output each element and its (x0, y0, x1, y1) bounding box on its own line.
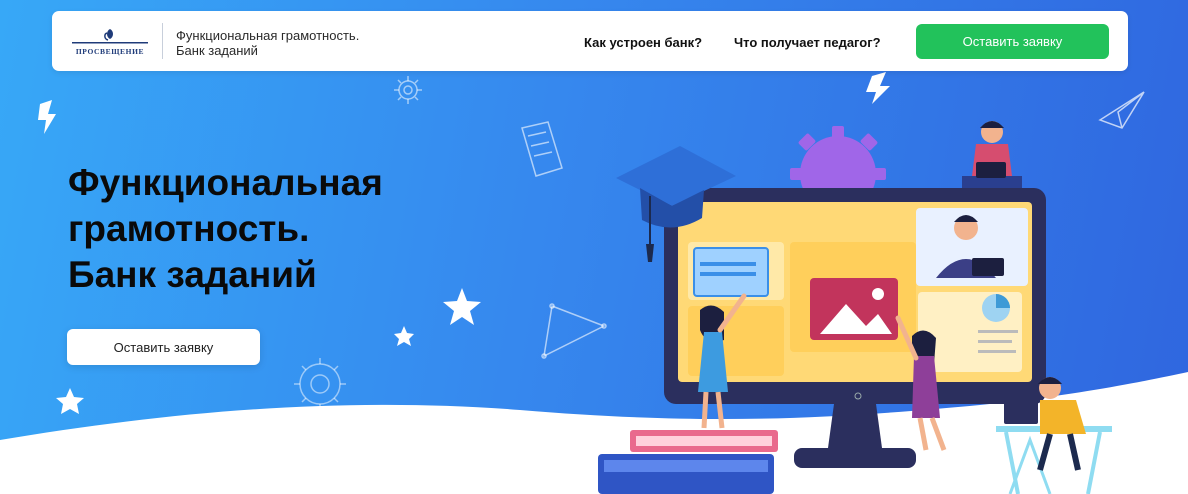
brand-line-1: Функциональная грамотность. (176, 28, 360, 43)
image-icon (810, 278, 898, 340)
star-icon (56, 388, 84, 414)
brand-title: Функциональная грамотность. Банк заданий (176, 28, 359, 58)
prosveshchenie-logo[interactable]: ПРОСВЕЩЕНИЕ (70, 27, 150, 57)
gear-icon (294, 358, 346, 410)
triangle-icon (541, 303, 607, 359)
brand-line-2: Банк заданий (176, 43, 258, 58)
paper-plane-icon (1098, 91, 1145, 129)
books-stack (598, 430, 778, 494)
logo-divider (162, 23, 163, 59)
lightning-icon (38, 100, 56, 134)
top-navbar: ПРОСВЕЩЕНИЕ Функциональная грамотность. … (52, 11, 1128, 71)
hero-title-line-3: Банк заданий (68, 254, 317, 295)
gear-icon (394, 76, 422, 104)
lightning-icon (866, 72, 890, 104)
hero-apply-button[interactable]: Оставить заявку (67, 329, 260, 365)
hero-title-line-1: Функциональная (68, 162, 383, 203)
book-icon (521, 121, 563, 177)
header-apply-button[interactable]: Оставить заявку (916, 24, 1109, 59)
logo-emblem-icon (72, 29, 148, 44)
nav-link-how-bank-works[interactable]: Как устроен банк? (584, 35, 702, 50)
hero-title: Функциональная грамотность. Банк заданий (68, 160, 488, 298)
person-sitting (962, 121, 1022, 188)
logo-text: ПРОСВЕЩЕНИЕ (75, 47, 145, 56)
hero-title-line-2: грамотность. (68, 208, 310, 249)
star-icon (394, 326, 414, 346)
nav-link-what-teacher-gets[interactable]: Что получает педагог? (734, 35, 881, 50)
hero-section: ПРОСВЕЩЕНИЕ Функциональная грамотность. … (0, 0, 1188, 494)
